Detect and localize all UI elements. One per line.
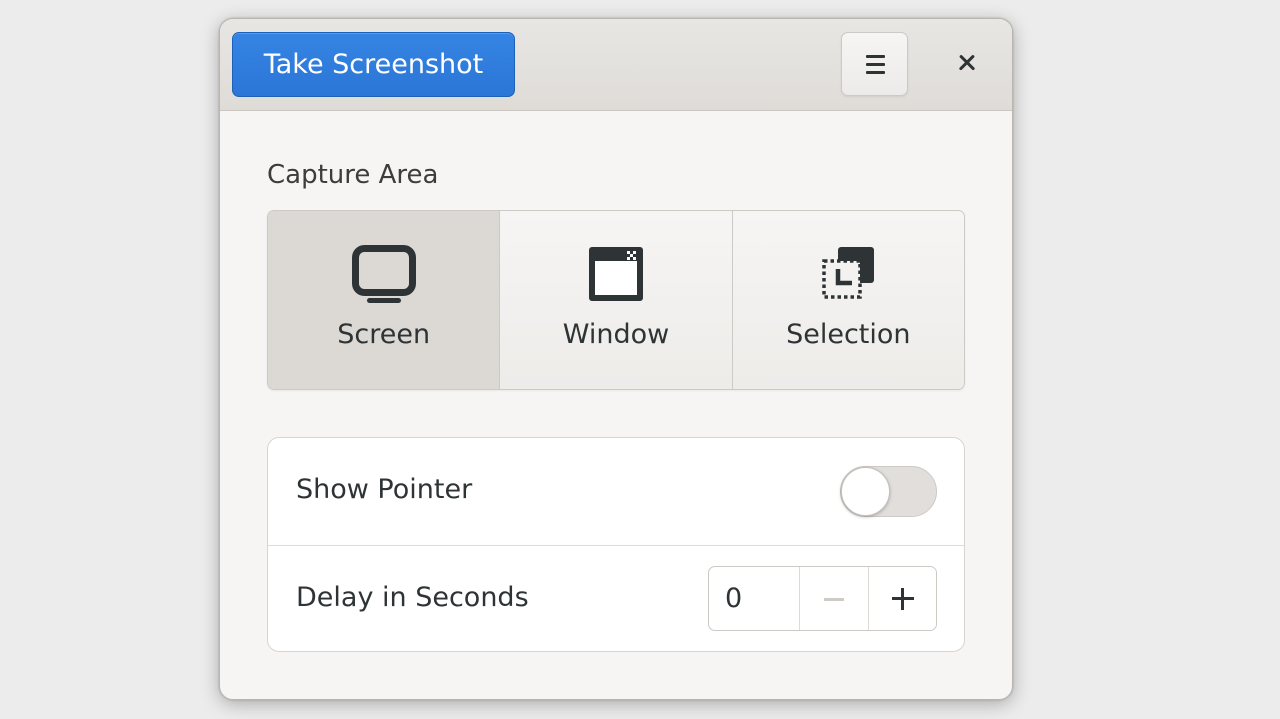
show-pointer-switch[interactable] (840, 466, 937, 517)
delay-row: Delay in Seconds 0 (268, 545, 964, 651)
mode-selection-button[interactable]: Selection (732, 211, 964, 389)
delay-input[interactable]: 0 (709, 567, 799, 630)
mode-selection-label: Selection (786, 319, 911, 350)
capture-area-title: Capture Area (267, 160, 439, 190)
delay-increase-button[interactable] (867, 567, 936, 630)
screenshot-window: Take Screenshot Capture Area Screen Wind… (219, 18, 1013, 700)
window-icon (588, 247, 643, 301)
delay-decrease-button[interactable] (799, 567, 868, 630)
capture-area-selector: Screen Window Selection (267, 210, 965, 390)
take-screenshot-button[interactable]: Take Screenshot (232, 32, 515, 97)
mode-window-button[interactable]: Window (500, 211, 733, 389)
mode-screen-button[interactable]: Screen (268, 211, 501, 389)
main-menu-button[interactable] (841, 32, 908, 96)
monitor-icon (351, 245, 416, 303)
show-pointer-label: Show Pointer (296, 474, 473, 505)
headerbar: Take Screenshot (220, 19, 1012, 111)
mode-screen-label: Screen (337, 319, 431, 350)
switch-knob (841, 467, 890, 516)
delay-label: Delay in Seconds (296, 582, 529, 613)
show-pointer-row: Show Pointer (268, 438, 964, 545)
delay-spinbutton: 0 (708, 566, 937, 631)
options-list: Show Pointer Delay in Seconds 0 (267, 437, 965, 652)
close-button[interactable] (948, 43, 988, 83)
mode-window-label: Window (562, 319, 670, 350)
selection-icon (822, 247, 875, 299)
